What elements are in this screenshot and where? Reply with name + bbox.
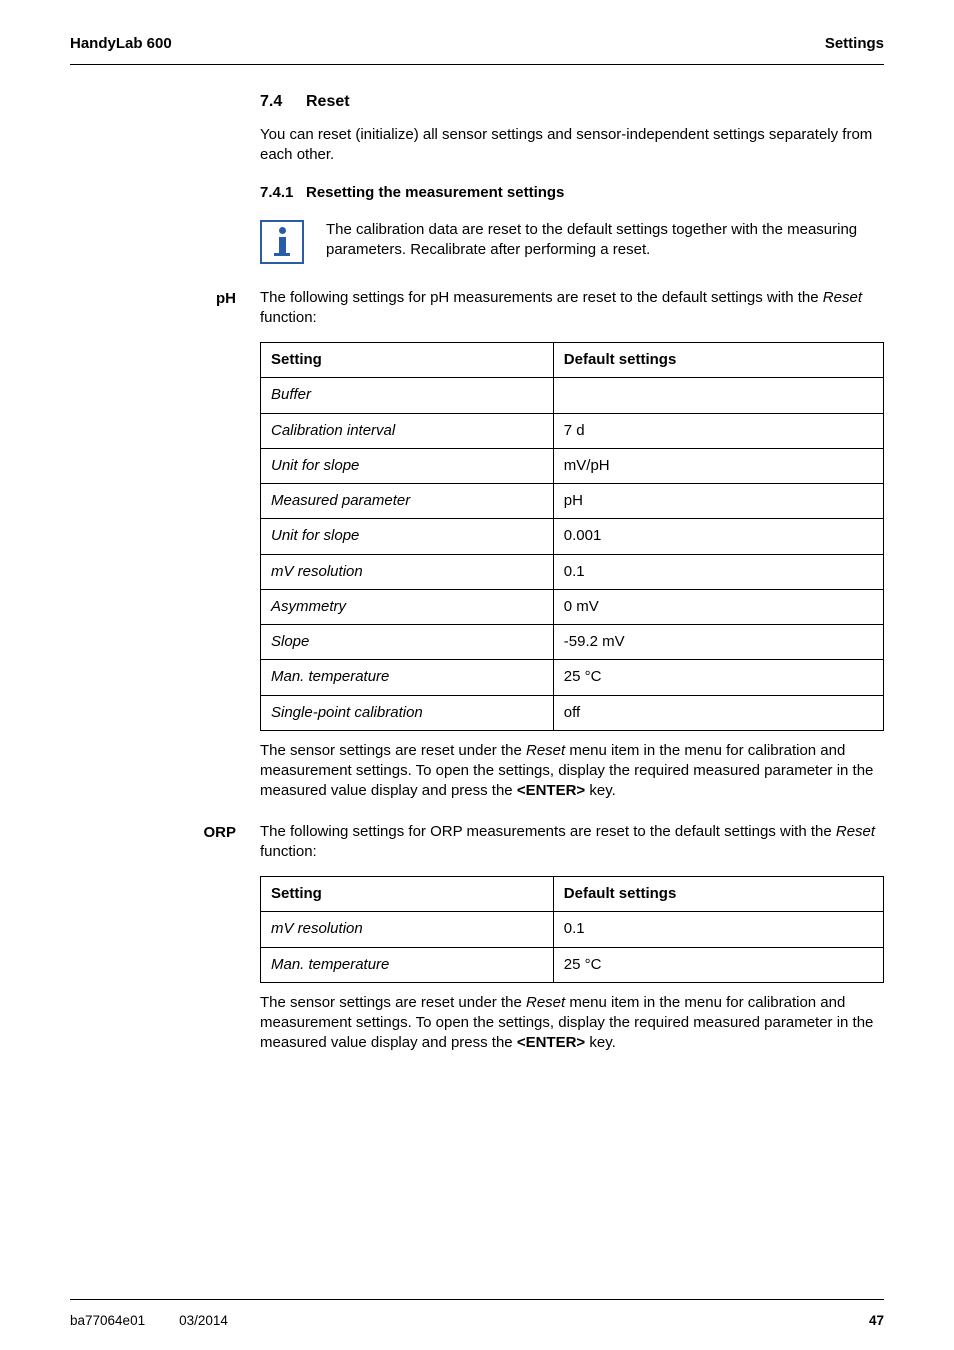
- table-row: Buffer: [261, 378, 884, 413]
- table-row: Single-point calibrationoff: [261, 695, 884, 730]
- table-header-row: Setting Default settings: [261, 877, 884, 912]
- section-title: Reset: [306, 91, 350, 113]
- ph-intro: The following settings for pH measuremen…: [260, 288, 884, 329]
- table-row: Man. temperature 25 °C: [261, 947, 884, 982]
- header-rule: [70, 64, 884, 65]
- info-icon: [260, 220, 304, 264]
- section-number: 7.4: [260, 91, 306, 113]
- ph-label: pH: [70, 288, 260, 309]
- table-row: Measured parameterpH: [261, 484, 884, 519]
- info-note: The calibration data are reset to the de…: [260, 220, 884, 264]
- page-footer: ba77064e01 03/2014 47: [70, 1312, 884, 1330]
- subsection-number: 7.4.1: [260, 183, 306, 203]
- table-row: mV resolution0.1: [261, 912, 884, 947]
- orp-label: ORP: [70, 822, 260, 843]
- section-heading: 7.4 Reset: [260, 91, 884, 113]
- info-note-text: The calibration data are reset to the de…: [326, 220, 884, 261]
- orp-after: The sensor settings are reset under the …: [260, 993, 884, 1054]
- section-intro: You can reset (initialize) all sensor se…: [260, 125, 884, 166]
- col-setting: Setting: [261, 343, 554, 378]
- footer-page: 47: [869, 1312, 884, 1330]
- ph-settings-table: Setting Default settings Buffer Calibrat…: [260, 342, 884, 731]
- page-header: HandyLab 600 Settings: [70, 34, 884, 54]
- subsection-title: Resetting the measurement settings: [306, 183, 564, 203]
- table-row: Unit for slopemV/pH: [261, 448, 884, 483]
- ph-after: The sensor settings are reset under the …: [260, 741, 884, 802]
- table-row: Man. temperature 25 °C: [261, 660, 884, 695]
- col-setting: Setting: [261, 877, 554, 912]
- header-right: Settings: [825, 34, 884, 54]
- footer-date: 03/2014: [179, 1312, 228, 1330]
- footer-rule: [70, 1299, 884, 1300]
- header-left: HandyLab 600: [70, 34, 172, 54]
- table-row: Asymmetry0 mV: [261, 589, 884, 624]
- subsection-heading: 7.4.1 Resetting the measurement settings: [260, 183, 884, 203]
- footer-doc: ba77064e01: [70, 1312, 145, 1330]
- col-default: Default settings: [553, 877, 883, 912]
- orp-intro: The following settings for ORP measureme…: [260, 822, 884, 863]
- table-row: Slope-59.2 mV: [261, 625, 884, 660]
- col-default: Default settings: [553, 343, 883, 378]
- table-row: Calibration interval7 d: [261, 413, 884, 448]
- table-row: mV resolution0.1: [261, 554, 884, 589]
- table-row: Unit for slope0.001: [261, 519, 884, 554]
- orp-settings-table: Setting Default settings mV resolution0.…: [260, 876, 884, 983]
- table-header-row: Setting Default settings: [261, 343, 884, 378]
